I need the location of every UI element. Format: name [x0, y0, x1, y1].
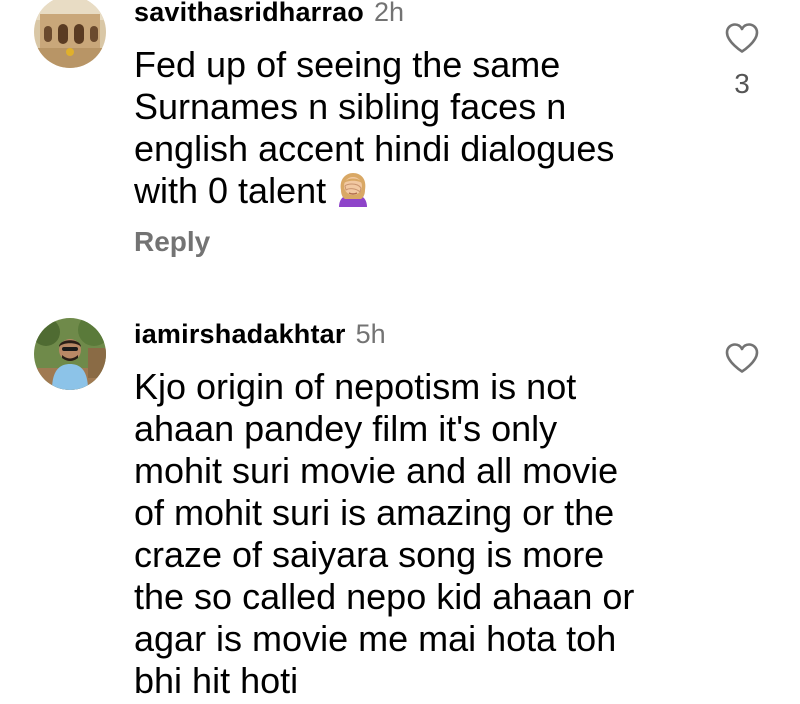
heart-outline-icon: [725, 23, 759, 53]
like-button[interactable]: 3: [722, 22, 762, 98]
heart-outline-icon: [725, 343, 759, 373]
comment-meta: savithasridharrao 2h: [134, 0, 404, 26]
avatar-image: [34, 318, 106, 390]
comment-meta: iamirshadakhtar 5h: [134, 321, 386, 348]
username[interactable]: iamirshadakhtar: [134, 319, 346, 349]
reply-button[interactable]: Reply: [134, 226, 210, 258]
avatar[interactable]: [34, 318, 106, 390]
avatar-image: [34, 0, 106, 68]
username[interactable]: savithasridharrao: [134, 0, 364, 27]
timestamp: 2h: [374, 0, 405, 27]
avatar[interactable]: [34, 0, 106, 68]
like-button[interactable]: [722, 342, 762, 374]
timestamp: 5h: [355, 319, 386, 349]
comment-item: savithasridharrao 2h Fed up of seeing the…: [0, 0, 800, 290]
comment-text-content: Fed up of seeing the same Surnames n sib…: [134, 44, 615, 211]
comment-item: iamirshadakhtar 5h Kjo origin of nepotism…: [0, 300, 800, 704]
like-count: 3: [734, 68, 750, 99]
comment-text: Fed up of seeing the same Surnames n sib…: [134, 44, 694, 218]
comment-text: Kjo origin of nepotism is not ahaan pand…: [134, 366, 635, 701]
woman-facepalming-icon: [334, 171, 372, 218]
